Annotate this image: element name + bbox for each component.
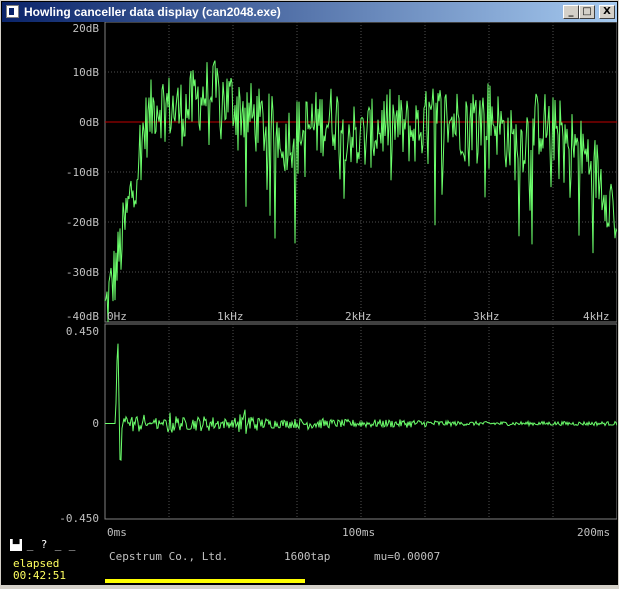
progress-bar (105, 579, 305, 583)
elapsed-time: 00:42:51 (13, 569, 66, 582)
y-tick-minus30db: -30dB (66, 266, 99, 279)
maximize-button[interactable]: □ (579, 5, 595, 19)
y-tick-minus-0-450: -0.450 (59, 512, 99, 525)
y-tick-20db: 20dB (73, 22, 100, 35)
control-toggle-3[interactable]: _ (52, 539, 64, 551)
y-tick-0db: 0dB (79, 116, 99, 129)
y-tick-0: 0 (92, 417, 99, 430)
display-controls: ▀ _ ? _ _ (10, 539, 78, 551)
y-tick-minus40db: -40dB (66, 310, 99, 323)
x-tick-100ms: 100ms (342, 526, 375, 539)
control-toggle-2[interactable]: _ (24, 539, 36, 551)
x-tick-1khz: 1kHz (217, 310, 244, 323)
tap-count: 1600tap (284, 550, 331, 563)
window-title: Howling canceller data display (can2048.… (24, 5, 281, 19)
cepstrum-panel: 0.450 0 -0.450 0ms 100ms 200ms (59, 323, 618, 539)
cepstrum-trace (105, 343, 618, 461)
x-tick-4khz: 4kHz (583, 310, 610, 323)
control-toggle-1[interactable]: ▀ (10, 539, 22, 551)
control-toggle-4[interactable]: _ (66, 539, 78, 551)
spectrum-grid (105, 22, 617, 322)
spectrum-trace (104, 60, 618, 323)
app-window: Howling canceller data display (can2048.… (0, 0, 619, 586)
x-tick-2khz: 2kHz (345, 310, 372, 323)
y-tick-minus10db: -10dB (66, 166, 99, 179)
close-button[interactable]: X (599, 5, 615, 19)
x-tick-3khz: 3kHz (473, 310, 500, 323)
y-tick-0-450: 0.450 (66, 325, 99, 338)
x-tick-0hz: 0Hz (107, 310, 127, 323)
x-tick-0ms: 0ms (107, 526, 127, 539)
plots-canvas: 20dB 10dB 0dB -10dB -20dB -30dB -40dB 0H… (59, 21, 618, 539)
company-name: Cepstrum Co., Ltd. (109, 550, 229, 563)
app-icon[interactable] (6, 5, 19, 18)
x-tick-200ms: 200ms (577, 526, 610, 539)
minimize-button[interactable]: _ (563, 5, 579, 19)
y-tick-minus20db: -20dB (66, 216, 99, 229)
spectrum-panel: 20dB 10dB 0dB -10dB -20dB -30dB -40dB 0H… (66, 21, 618, 323)
y-tick-10db: 10dB (73, 66, 100, 79)
mu-value: mu=0.00007 (374, 550, 441, 563)
title-bar[interactable]: Howling canceller data display (can2048.… (2, 2, 617, 22)
help-button[interactable]: ? (38, 539, 50, 551)
client-area: 20dB 10dB 0dB -10dB -20dB -30dB -40dB 0H… (2, 21, 618, 585)
